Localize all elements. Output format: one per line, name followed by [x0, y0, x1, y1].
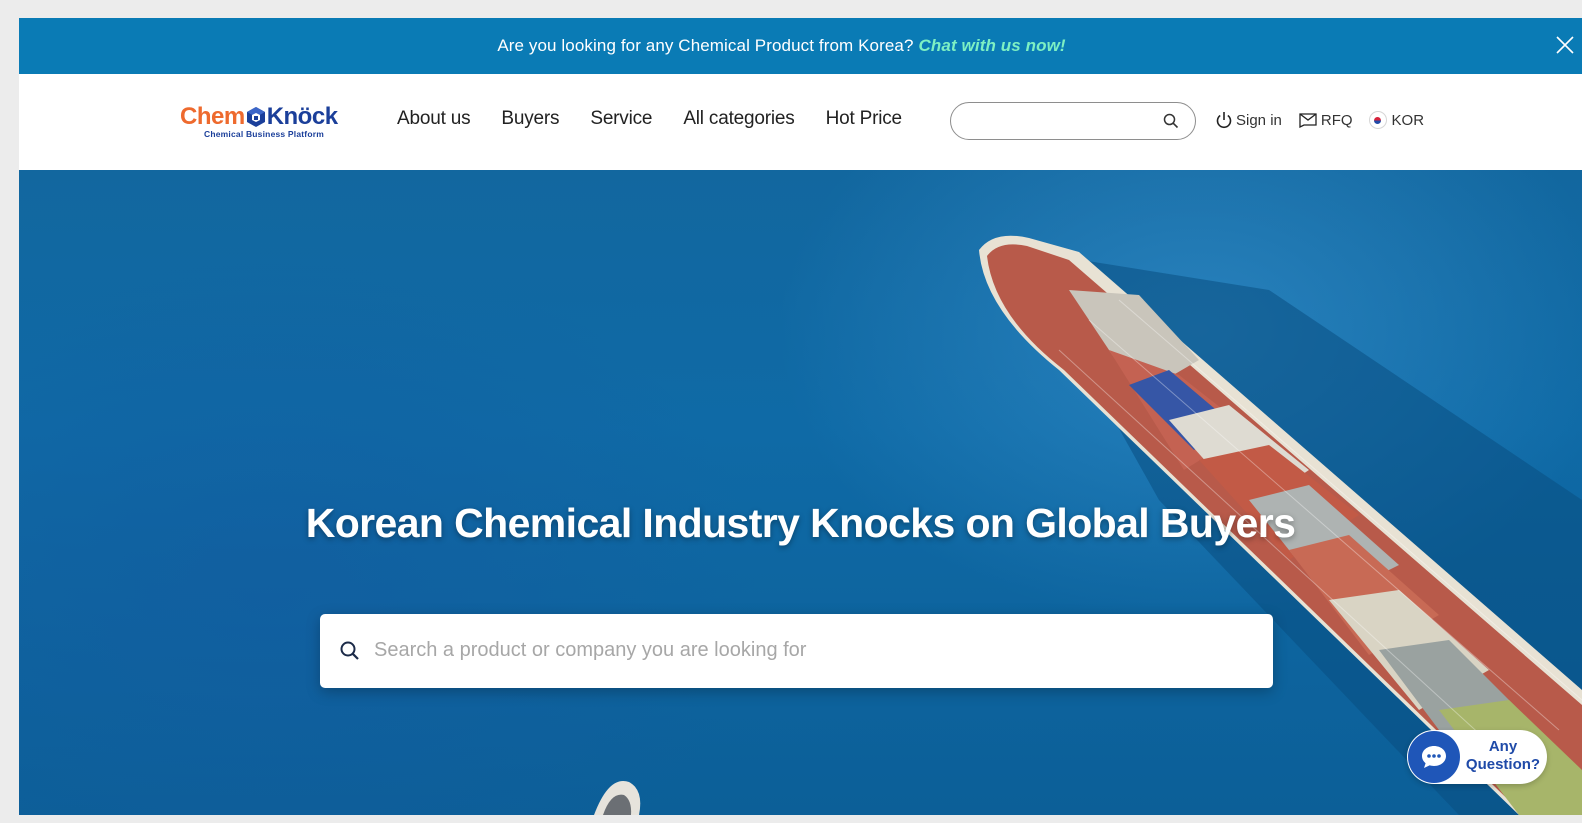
- chat-label-line2: Question?: [1465, 756, 1541, 773]
- sign-in-button[interactable]: Sign in: [1215, 110, 1282, 130]
- korea-flag-icon: [1368, 111, 1387, 129]
- header-search-input[interactable]: [967, 107, 1161, 135]
- nav-item-service[interactable]: Service: [590, 108, 652, 130]
- language-selector[interactable]: KOR: [1368, 111, 1425, 129]
- sign-in-label: Sign in: [1236, 111, 1282, 129]
- header-search: [950, 102, 1196, 140]
- close-icon[interactable]: [1552, 32, 1578, 58]
- chat-label-line1: Any: [1488, 738, 1518, 755]
- announcement-message: Are you looking for any Chemical Product…: [497, 36, 914, 55]
- announcement-text: Are you looking for any Chemical Product…: [497, 36, 1065, 56]
- logo-wordmark: Chem Knöck: [180, 104, 340, 130]
- site-logo[interactable]: Chem Knöck Chemical Business Platform: [180, 104, 340, 142]
- site-header: Chem Knöck Chemical Business Platform Ab…: [19, 74, 1582, 170]
- nav-item-buyers[interactable]: Buyers: [501, 108, 559, 130]
- browser-page: Are you looking for any Chemical Product…: [19, 18, 1582, 815]
- chat-bubble-icon: [1408, 731, 1460, 783]
- nav-item-all-categories[interactable]: All categories: [683, 108, 794, 130]
- logo-knock: Knöck: [266, 103, 338, 130]
- nav-item-hot-price[interactable]: Hot Price: [826, 108, 903, 130]
- hero-background-image: [594, 235, 1582, 815]
- chat-widget-label: Any Question?: [1464, 738, 1542, 774]
- rfq-button[interactable]: RFQ: [1298, 112, 1353, 129]
- hero-search-box: [320, 614, 1273, 688]
- nav-item-about-us[interactable]: About us: [397, 108, 471, 130]
- hero-title: Korean Chemical Industry Knocks on Globa…: [305, 500, 1296, 546]
- search-icon[interactable]: [339, 640, 361, 662]
- main-nav: About us Buyers Service All categories H…: [397, 108, 933, 130]
- language-label: KOR: [1391, 111, 1425, 129]
- logo-cube-icon: [246, 107, 265, 127]
- hero-section: Korean Chemical Industry Knocks on Globa…: [19, 170, 1582, 815]
- chat-cta-link[interactable]: Chat with us now!: [919, 36, 1066, 55]
- logo-tagline: Chemical Business Platform: [204, 129, 324, 139]
- search-icon[interactable]: [1163, 113, 1179, 129]
- power-icon: [1216, 112, 1232, 129]
- header-utilities: Sign in RFQ KOR: [1215, 110, 1440, 130]
- announcement-bar: Are you looking for any Chemical Product…: [19, 18, 1582, 74]
- hero-search-input[interactable]: [372, 634, 1236, 666]
- rfq-label: RFQ: [1320, 111, 1353, 129]
- mail-icon: [1299, 113, 1317, 128]
- chat-widget-button[interactable]: Any Question?: [1407, 730, 1547, 784]
- logo-chem: Chem: [180, 103, 245, 130]
